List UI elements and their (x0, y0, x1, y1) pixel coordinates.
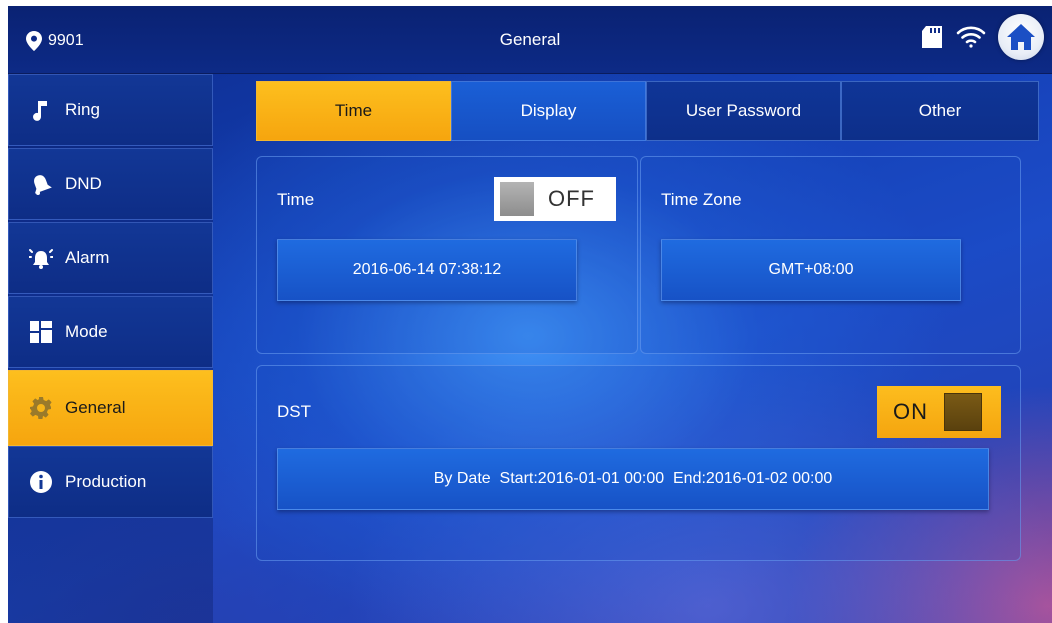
sidebar-item-production[interactable]: Production (8, 446, 213, 518)
toggle-knob (944, 393, 982, 431)
toggle-state: ON (893, 399, 928, 424)
home-button[interactable] (998, 14, 1044, 60)
timezone-value: GMT+08:00 (768, 261, 854, 278)
tab-label: Time (334, 101, 373, 120)
sidebar-item-general[interactable]: General (8, 370, 213, 446)
sidebar-item-label: General (65, 398, 126, 417)
sidebar-item-label: Ring (65, 100, 100, 119)
time-panel: Time OFF 2016-06-14 07:38:12 (256, 156, 638, 354)
tab-user-password[interactable]: User Password (646, 81, 841, 141)
tab-other[interactable]: Other (841, 81, 1039, 141)
timezone-panel: Time Zone GMT+08:00 (640, 156, 1021, 354)
alarm-icon (29, 246, 53, 270)
timezone-label: Time Zone (661, 190, 742, 209)
dst-value: By Date Start:2016-01-01 00:00 End:2016-… (433, 470, 833, 487)
toggle-state: OFF (548, 186, 595, 211)
dst-label: DST (277, 402, 311, 421)
timezone-value-button[interactable]: GMT+08:00 (661, 239, 961, 301)
top-bar: 9901 General (8, 6, 1052, 74)
sidebar-item-label: DND (65, 174, 102, 193)
dst-value-button[interactable]: By Date Start:2016-01-01 00:00 End:2016-… (277, 448, 989, 510)
tab-label: Display (520, 101, 577, 120)
sidebar-item-label: Mode (65, 322, 108, 341)
time-label: Time (277, 190, 315, 209)
dst-panel: DST ON By Date Start:2016-01-01 00:00 En… (256, 365, 1021, 561)
toggle-knob (500, 182, 534, 216)
sidebar-item-label: Alarm (65, 248, 110, 267)
music-note-icon (29, 98, 53, 122)
time-value: 2016-06-14 07:38:12 (352, 261, 502, 278)
tab-label: Other (918, 101, 962, 120)
page-title: General (499, 30, 561, 49)
sd-card-icon (920, 26, 944, 48)
sidebar-item-mode[interactable]: Mode (8, 296, 213, 368)
sidebar-item-ring[interactable]: Ring (8, 74, 213, 146)
status-icons (920, 14, 1044, 60)
info-icon (29, 470, 53, 494)
dst-toggle[interactable]: ON (877, 386, 1001, 438)
gear-icon (29, 396, 53, 420)
home-icon (1007, 24, 1035, 50)
screen: 9901 General Ring DND Alarm Mode General… (8, 6, 1052, 623)
sidebar-item-dnd[interactable]: DND (8, 148, 213, 220)
tab-time[interactable]: Time (256, 81, 451, 141)
wifi-icon (956, 25, 986, 49)
sidebar-item-alarm[interactable]: Alarm (8, 222, 213, 294)
time-toggle[interactable]: OFF (494, 177, 616, 221)
mode-grid-icon (29, 320, 53, 344)
bell-icon (29, 172, 53, 196)
time-value-button[interactable]: 2016-06-14 07:38:12 (277, 239, 577, 301)
tab-label: User Password (685, 101, 802, 120)
sidebar-item-label: Production (65, 472, 147, 491)
tab-display[interactable]: Display (451, 81, 646, 141)
